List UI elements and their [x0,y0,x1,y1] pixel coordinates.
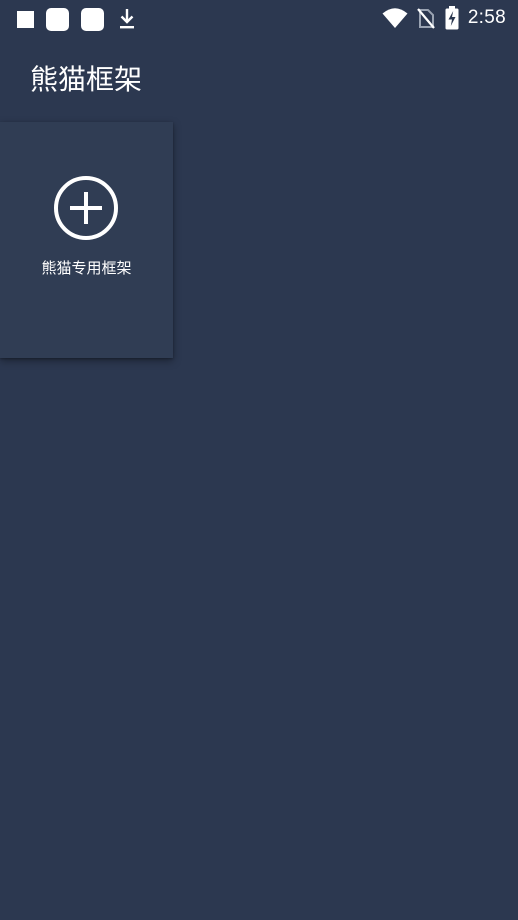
card-label: 熊猫专用框架 [41,259,132,277]
page-title: 熊猫框架 [30,63,143,96]
notification-icons [17,7,136,31]
stop-notification-icon [17,10,34,28]
status-bar: 2:58 [0,0,518,38]
framework-card[interactable] [0,122,173,358]
add-circle-icon[interactable] [53,175,119,241]
app-notification-icon [81,7,104,31]
clock: 2:58 [467,7,506,28]
download-icon [120,9,134,29]
system-icons: 2:58 [382,6,506,30]
no-sim-icon [416,8,435,29]
battery-charging-icon [445,6,459,30]
app-notification-icon [46,7,69,31]
wifi-icon [382,8,408,28]
